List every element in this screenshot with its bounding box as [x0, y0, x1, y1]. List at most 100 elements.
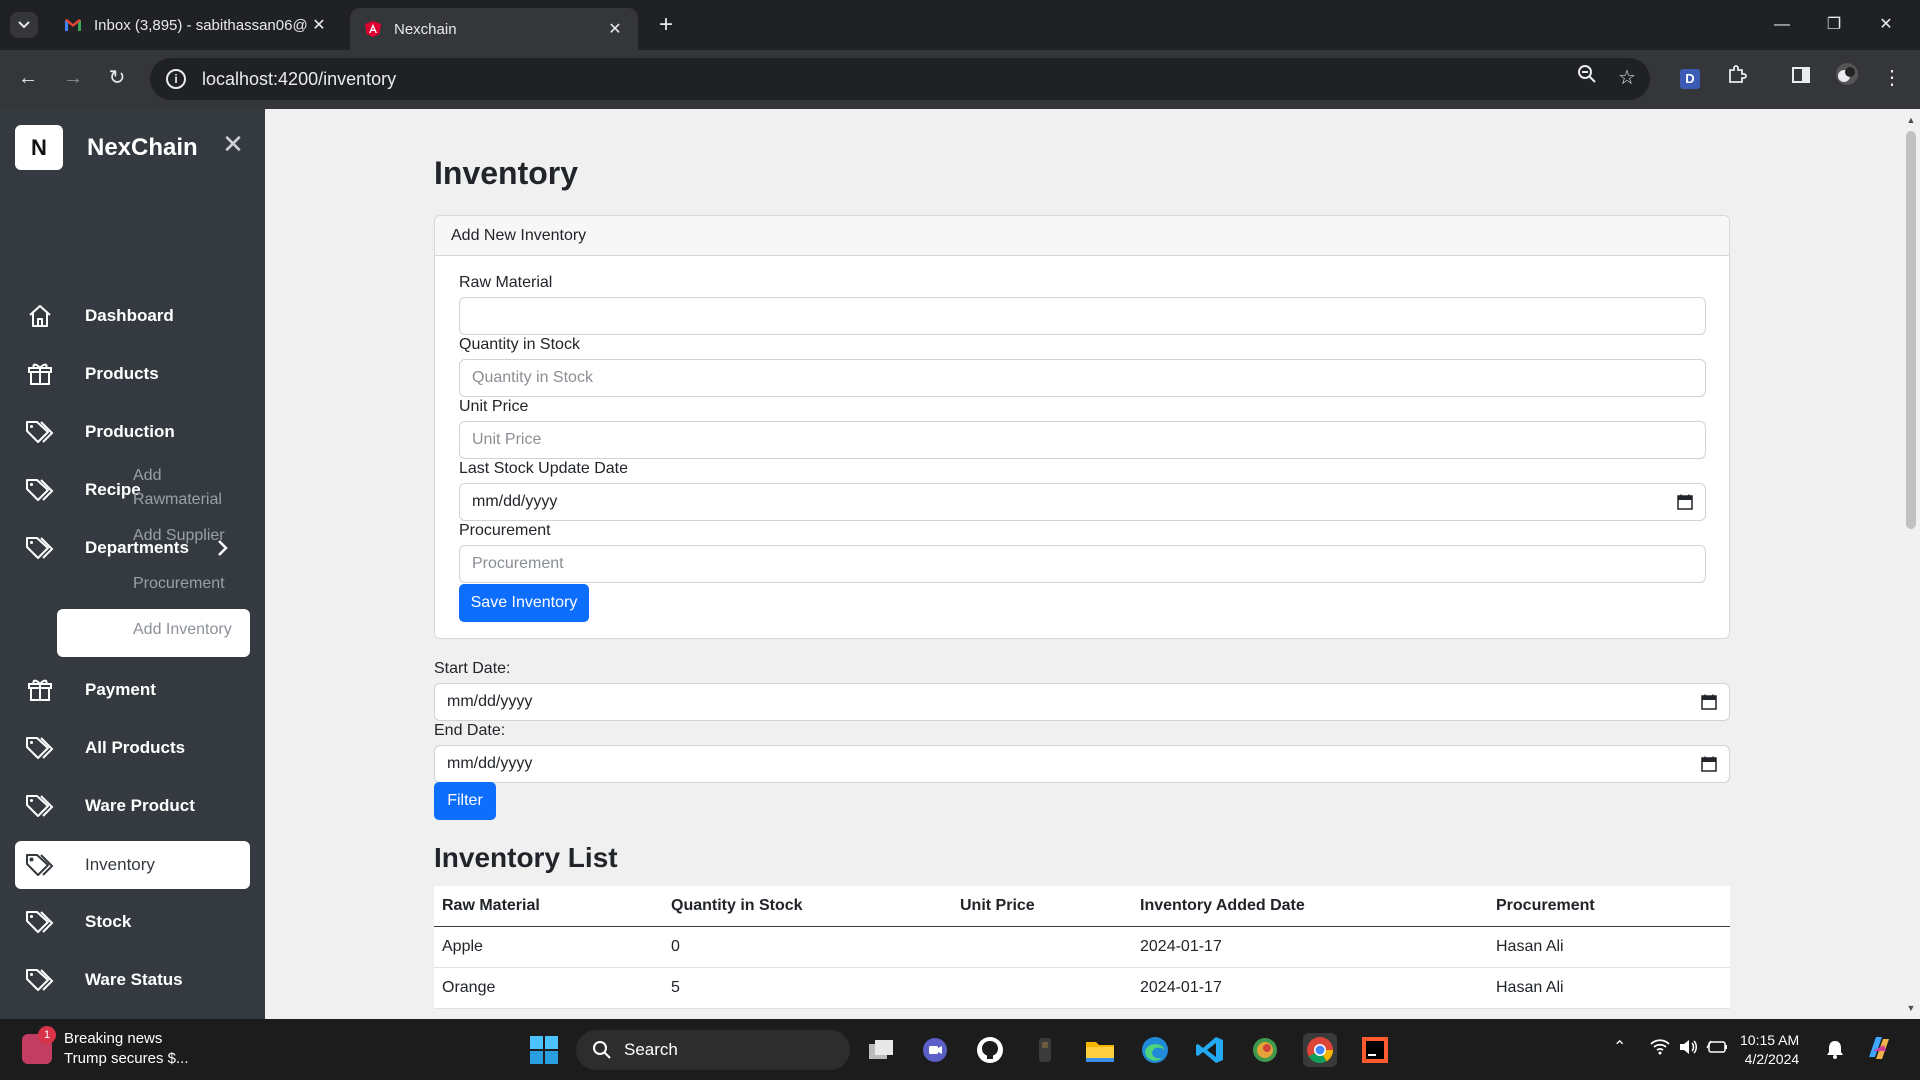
- home-icon: [23, 301, 57, 331]
- sidebar-item-label: Dashboard: [85, 306, 174, 325]
- search-icon: [593, 1041, 611, 1059]
- calendar-icon[interactable]: [1701, 756, 1717, 772]
- sidebar-item-inventory[interactable]: Inventory: [15, 841, 250, 889]
- sidebar-item-ware-product[interactable]: Ware Product: [15, 782, 250, 830]
- intellij-icon[interactable]: [1358, 1033, 1392, 1067]
- end-date-input[interactable]: mm/dd/yyyy: [434, 745, 1730, 783]
- page-scrollbar[interactable]: ▲ ▼: [1902, 109, 1920, 1019]
- tray-chevron-up-icon[interactable]: ⌃: [1613, 1037, 1626, 1057]
- scroll-thumb[interactable]: [1906, 131, 1916, 529]
- profile-avatar[interactable]: [1831, 62, 1863, 94]
- sidebar-item-label: Ware Status: [85, 970, 183, 989]
- volume-icon[interactable]: [1678, 1039, 1698, 1060]
- extensions-puzzle-icon[interactable]: [1721, 62, 1753, 94]
- app-swirl-icon[interactable]: [1248, 1033, 1282, 1067]
- calendar-icon[interactable]: [1701, 694, 1717, 710]
- last-update-date-label: Last Stock Update Date: [459, 460, 628, 477]
- table-cell: Apple: [442, 938, 483, 955]
- sidebar-item-dashboard[interactable]: Dashboard: [15, 292, 250, 340]
- teams-icon[interactable]: [918, 1033, 952, 1067]
- calendar-icon[interactable]: [1677, 494, 1693, 510]
- angular-icon: [365, 21, 381, 37]
- tab-close-icon[interactable]: ✕: [310, 15, 328, 35]
- file-explorer-icon[interactable]: [1083, 1033, 1117, 1067]
- sidebar-item-stock[interactable]: Stock: [15, 898, 250, 946]
- raw-material-input[interactable]: [459, 297, 1706, 335]
- sidebar-item-payment[interactable]: Payment: [15, 666, 250, 714]
- notification-bell-icon[interactable]: [1826, 1039, 1844, 1064]
- start-date-input[interactable]: mm/dd/yyyy: [434, 683, 1730, 721]
- windows-start-icon[interactable]: [527, 1033, 561, 1067]
- scroll-up-icon[interactable]: ▲: [1902, 111, 1920, 129]
- tag-icon: [23, 907, 57, 937]
- quantity-input[interactable]: Quantity in Stock: [459, 359, 1706, 397]
- vscode-icon[interactable]: [1193, 1033, 1227, 1067]
- address-bar[interactable]: i localhost:4200/inventory: [150, 58, 1650, 100]
- back-icon[interactable]: ←: [12, 62, 44, 94]
- table-cell: Hasan Ali: [1496, 938, 1564, 955]
- sub-item-add-inventory[interactable]: Add Inventory: [57, 609, 250, 657]
- sidebar-item-label: Stock: [85, 912, 132, 931]
- sidebar-item-label: Production: [85, 422, 175, 441]
- sidebar-item-ware-status[interactable]: Ware Status: [15, 956, 250, 1004]
- news-widget[interactable]: 1 Breaking news Trump secures $...: [22, 1026, 188, 1069]
- table-cell: 5: [671, 979, 680, 996]
- procurement-input[interactable]: Procurement: [459, 545, 1706, 583]
- sub-item-add-rawmaterial[interactable]: Add Rawmaterial: [133, 464, 222, 512]
- tab-search-button[interactable]: [10, 12, 38, 38]
- new-tab-button[interactable]: +: [652, 10, 680, 40]
- tab-gmail[interactable]: Inbox (3,895) - sabithassan06@ ✕: [50, 8, 342, 42]
- chrome-icon[interactable]: [1303, 1033, 1337, 1067]
- table-row: Orange 5 2024-01-17 Hasan Ali: [434, 968, 1730, 1009]
- page-title: Inventory: [434, 155, 579, 191]
- unit-price-input[interactable]: Unit Price: [459, 421, 1706, 459]
- table-cell: 2024-01-17: [1140, 938, 1222, 955]
- date-placeholder: mm/dd/yyyy: [472, 493, 558, 510]
- sub-item-add-supplier[interactable]: Add Supplier: [133, 524, 225, 548]
- save-inventory-button[interactable]: Save Inventory: [459, 584, 589, 622]
- tab-close-icon[interactable]: ✕: [606, 19, 624, 39]
- github-icon[interactable]: [973, 1033, 1007, 1067]
- edge-icon[interactable]: [1138, 1033, 1172, 1067]
- menu-kebab-icon[interactable]: ⋮: [1876, 62, 1908, 94]
- search-label: Search: [624, 1040, 678, 1059]
- end-date-label: End Date:: [434, 722, 506, 739]
- clock-time: 10:15 AM: [1740, 1032, 1800, 1048]
- window-close-icon[interactable]: ✕: [1866, 10, 1906, 40]
- side-panel-icon[interactable]: [1785, 62, 1817, 94]
- tag-icon: [23, 733, 57, 763]
- site-info-icon[interactable]: i: [166, 69, 186, 89]
- bookmark-star-icon[interactable]: ☆: [1611, 62, 1643, 94]
- table-header-row: Raw Material Quantity in Stock Unit Pric…: [434, 886, 1730, 927]
- column-header: Procurement: [1496, 897, 1595, 914]
- tag-icon: [23, 965, 57, 995]
- brand: N NexChain: [15, 125, 198, 170]
- minimize-icon[interactable]: —: [1762, 10, 1802, 40]
- task-view-icon[interactable]: [864, 1033, 898, 1067]
- wifi-icon[interactable]: [1650, 1039, 1670, 1060]
- sidebar-close-icon[interactable]: ✕: [218, 129, 248, 160]
- filter-button[interactable]: Filter: [434, 782, 496, 820]
- page-viewport: N NexChain ✕ Dashboard Products Producti…: [0, 109, 1920, 1019]
- sub-item-label-line1: Add: [133, 467, 162, 484]
- forward-icon[interactable]: →: [57, 62, 89, 94]
- restore-icon[interactable]: ❐: [1814, 10, 1854, 40]
- reload-icon[interactable]: ↻: [101, 62, 133, 94]
- sidebar-item-all-products[interactable]: All Products: [15, 724, 250, 772]
- tab-nexchain[interactable]: Nexchain ✕: [350, 8, 638, 50]
- last-update-date-input[interactable]: mm/dd/yyyy: [459, 483, 1706, 521]
- app-dark-icon[interactable]: [1028, 1033, 1062, 1067]
- card-header: Add New Inventory: [435, 216, 1729, 256]
- copilot-icon[interactable]: [1864, 1033, 1894, 1068]
- sidebar-item-production[interactable]: Production: [15, 408, 250, 456]
- sidebar-item-products[interactable]: Products: [15, 350, 250, 398]
- sub-item-procurement[interactable]: Procurement: [133, 572, 225, 596]
- date-placeholder: mm/dd/yyyy: [447, 693, 533, 710]
- battery-icon[interactable]: [1706, 1039, 1728, 1060]
- system-clock[interactable]: 10:15 AM 4/2/2024: [1740, 1031, 1799, 1069]
- scroll-down-icon[interactable]: ▼: [1902, 999, 1920, 1017]
- taskbar-search[interactable]: Search: [576, 1030, 850, 1070]
- extension-d-icon[interactable]: D: [1680, 69, 1700, 89]
- zoom-icon[interactable]: [1571, 62, 1603, 94]
- tag-icon: [23, 475, 57, 505]
